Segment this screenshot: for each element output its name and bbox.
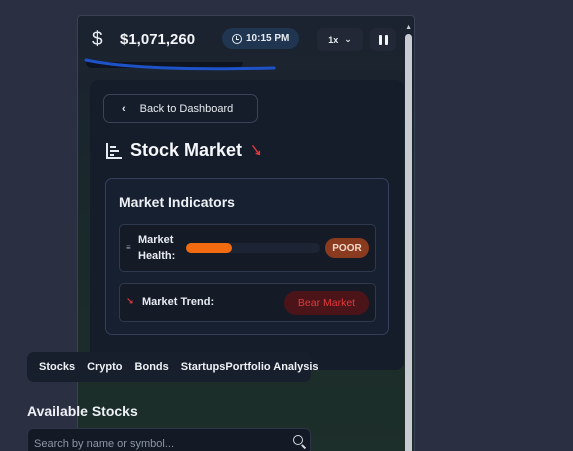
- card-title: Market Indicators: [119, 194, 235, 210]
- page-title: Stock Market: [130, 140, 243, 160]
- trending-down-icon: ↘: [126, 296, 134, 306]
- tab-crypto[interactable]: Crypto: [87, 361, 122, 373]
- dollar-icon: $: [92, 29, 103, 50]
- clock-icon: [232, 33, 242, 44]
- scroll-up-icon[interactable]: ▲: [405, 24, 412, 31]
- market-health-label: Market Health:: [138, 234, 176, 262]
- app-window: $ $1,071,260 10:15 PM 1x ⌄ ▲ ‹ Back to D…: [77, 15, 415, 451]
- speed-selector[interactable]: 1x ⌄: [317, 28, 363, 51]
- tab-stocks[interactable]: Stocks: [39, 361, 75, 373]
- speed-value: 1x: [328, 34, 339, 45]
- trend-badge: Bear Market: [284, 291, 369, 315]
- time-text: 10:15 PM: [246, 33, 290, 44]
- pause-icon-bar: [384, 34, 388, 45]
- search-box: [27, 428, 311, 451]
- balance-value: $1,071,260: [120, 31, 196, 48]
- chevron-down-icon: ⌄: [344, 34, 352, 44]
- status-badge: POOR: [325, 238, 369, 258]
- search-icon[interactable]: [293, 435, 303, 445]
- annotation-underline: [84, 58, 276, 71]
- tab-portfolio-analysis[interactable]: Portfolio Analysis: [225, 361, 318, 373]
- pause-icon-bar: [378, 34, 382, 45]
- bar-chart-icon: [106, 142, 122, 159]
- tab-startups[interactable]: Startups: [181, 361, 226, 373]
- back-to-dashboard-button[interactable]: ‹ Back to Dashboard: [103, 94, 258, 123]
- available-stocks-title: Available Stocks: [27, 403, 138, 419]
- market-health-bar: [186, 243, 320, 253]
- market-indicators-card: Market Indicators ≡ Market Health: POOR ↘…: [105, 178, 389, 335]
- market-health-fill: [186, 243, 232, 253]
- pause-button[interactable]: [370, 28, 396, 51]
- market-health-row: ≡ Market Health: POOR: [119, 224, 376, 272]
- page-title-row: Stock Market ↘: [106, 140, 262, 161]
- market-trend-label: Market Trend:: [142, 296, 215, 308]
- time-display: 10:15 PM: [222, 28, 300, 49]
- search-input[interactable]: [34, 435, 274, 451]
- stock-market-panel: ‹ Back to Dashboard Stock Market ↘ Marke…: [90, 80, 404, 370]
- market-tabs: Stocks Crypto Bonds Startups Portfolio A…: [27, 352, 319, 382]
- back-label: Back to Dashboard: [139, 102, 234, 115]
- scrollbar[interactable]: [405, 34, 412, 451]
- bar-chart-icon: ≡: [126, 243, 131, 252]
- tab-bonds[interactable]: Bonds: [135, 361, 169, 373]
- trending-down-icon: ↘: [250, 140, 262, 160]
- chevron-left-icon: ‹: [122, 102, 126, 115]
- market-trend-row: ↘ Market Trend: Bear Market: [119, 283, 376, 322]
